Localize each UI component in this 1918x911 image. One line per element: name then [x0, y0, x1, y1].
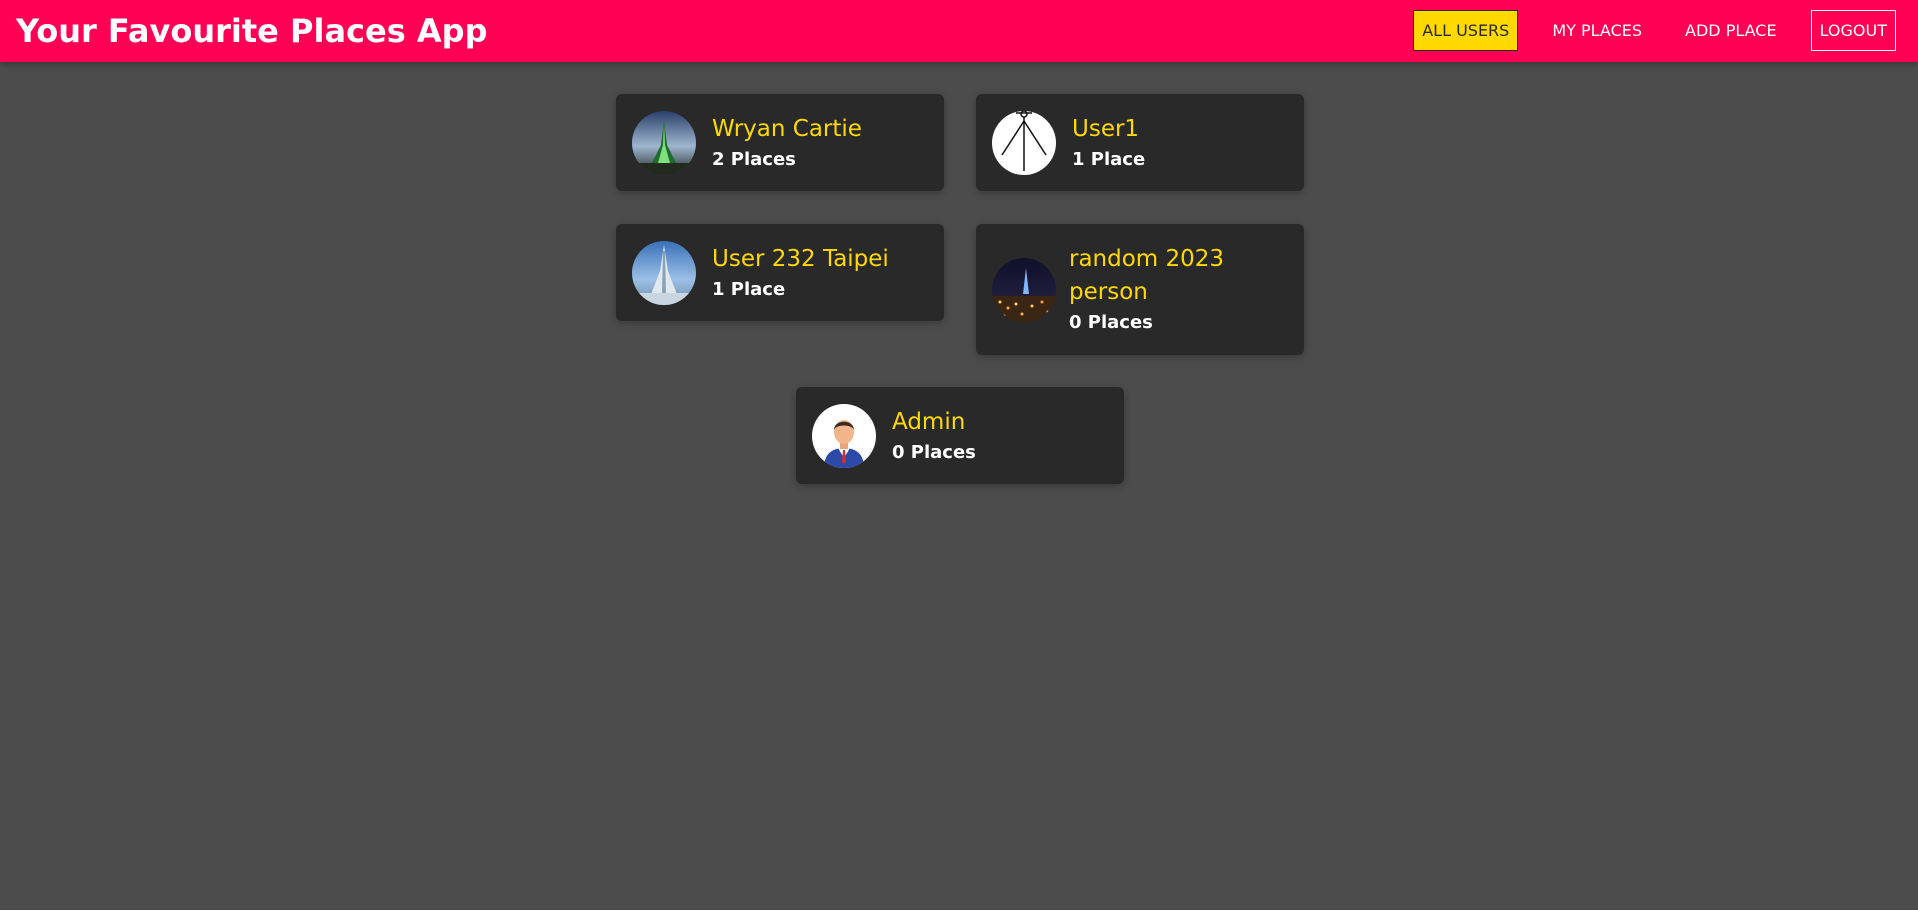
main-header: Your Favourite Places App ALL USERS MY P…: [0, 0, 1918, 62]
user-avatar: [632, 240, 696, 305]
user-name: User1: [1072, 115, 1140, 142]
user-card-wryan-cartie[interactable]: Wryan Cartie 2 Places: [616, 94, 944, 191]
night-tower-photo-icon: [632, 110, 696, 175]
user-avatar: [812, 403, 876, 468]
user-card-admin[interactable]: Admin 0 Places: [796, 387, 1124, 484]
app-root: Your Favourite Places App ALL USERS MY P…: [0, 0, 1918, 910]
user-name: User 232 Taipei: [712, 245, 889, 272]
user-card-user-232-taipei[interactable]: User 232 Taipei 1 Place: [616, 224, 944, 321]
nav-my-places-link[interactable]: MY PLACES: [1543, 10, 1651, 51]
user-name: Wryan Cartie: [712, 115, 862, 142]
user-place-count: 0 Places: [892, 441, 976, 463]
man-in-suit-icon: [812, 403, 876, 468]
user-avatar: [992, 257, 1056, 322]
city-night-photo-icon: [992, 257, 1056, 322]
user-avatar: [992, 110, 1056, 175]
user-place-count: 1 Place: [712, 278, 786, 300]
nav-add-place-link[interactable]: ADD PLACE: [1676, 10, 1786, 51]
nav-all-users-link[interactable]: ALL USERS: [1413, 10, 1519, 51]
tower-sky-photo-icon: [632, 240, 696, 305]
user-place-count: 0 Places: [1069, 312, 1153, 333]
user-avatar: [632, 110, 696, 175]
user-card-user1[interactable]: User1 1 Place: [976, 94, 1304, 191]
user-place-count: 2 Places: [712, 148, 796, 170]
stick-drawing-icon: [992, 110, 1056, 175]
main-navigation: ALL USERS MY PLACES ADD PLACE LOGOUT: [1413, 10, 1896, 51]
user-card-random-2023-person[interactable]: random 2023 person 0 Places: [976, 224, 1304, 355]
logout-button[interactable]: LOGOUT: [1810, 10, 1896, 51]
user-name: random 2023 person: [1069, 246, 1225, 305]
app-title[interactable]: Your Favourite Places App: [16, 0, 487, 62]
user-name: Admin: [892, 408, 966, 435]
user-place-count: 1 Place: [1072, 148, 1146, 170]
